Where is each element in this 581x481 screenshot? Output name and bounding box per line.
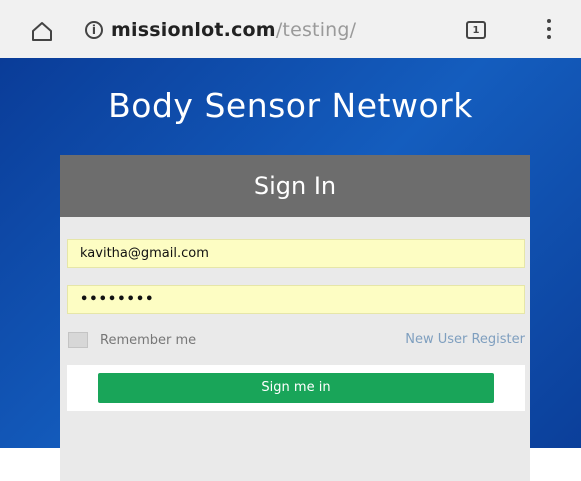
page-body: Body Sensor Network Sign In kavitha@gmai…	[0, 58, 581, 481]
new-user-register-link[interactable]: New User Register	[405, 332, 525, 347]
url-domain: missionlot.com	[111, 19, 276, 41]
browser-toolbar: i missionlot.com /testing/ 1	[0, 0, 581, 58]
password-field[interactable]: ••••••••	[67, 285, 525, 314]
address-bar[interactable]: i missionlot.com /testing/	[85, 10, 435, 50]
sign-me-in-button[interactable]: Sign me in	[98, 373, 494, 403]
page-title: Body Sensor Network	[108, 86, 473, 125]
sign-in-card: Sign In kavitha@gmail.com •••••••• Remem…	[60, 155, 530, 481]
remember-me-checkbox[interactable]	[68, 332, 88, 348]
remember-me-row: Remember me	[68, 332, 196, 348]
url-path: /testing/	[275, 19, 357, 41]
remember-me-label: Remember me	[100, 332, 197, 348]
button-panel: Sign me in	[67, 365, 525, 411]
email-field[interactable]: kavitha@gmail.com	[67, 239, 525, 268]
home-icon[interactable]	[30, 21, 54, 41]
card-header: Sign In	[60, 155, 530, 217]
tabs-icon[interactable]: 1	[466, 21, 486, 39]
menu-icon[interactable]	[545, 19, 553, 41]
info-icon[interactable]: i	[85, 21, 103, 39]
